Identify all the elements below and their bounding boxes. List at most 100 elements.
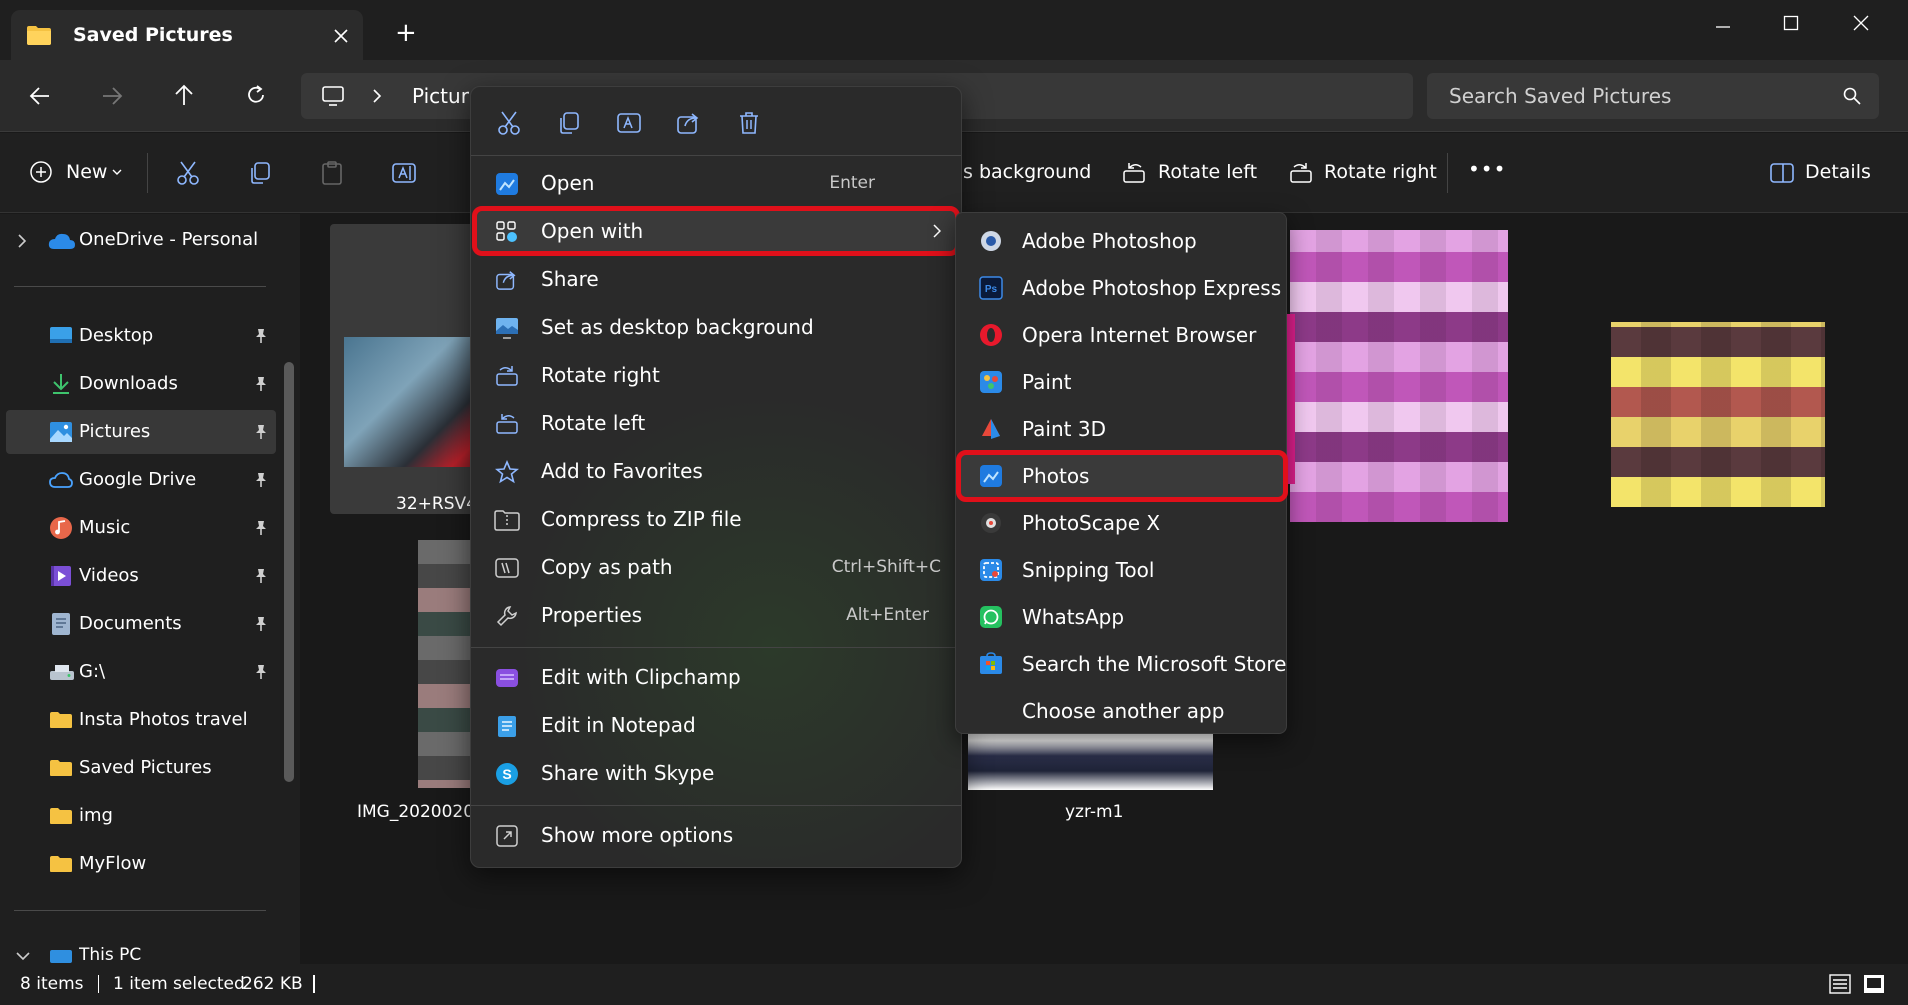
app-label: Adobe Photoshop (1022, 229, 1197, 253)
menu-item-label: Rotate left (541, 411, 646, 435)
menu-item-rotate-left[interactable]: Rotate left (477, 401, 955, 445)
refresh-icon[interactable] (242, 81, 270, 109)
rename-icon[interactable] (613, 107, 645, 139)
delete-icon[interactable] (733, 107, 765, 139)
pin-icon[interactable] (252, 519, 270, 537)
app-opera[interactable]: Opera Internet Browser (961, 313, 1283, 357)
back-icon[interactable] (26, 82, 54, 110)
download-icon (48, 372, 74, 396)
menu-item-open[interactable]: Open Enter (477, 161, 955, 205)
details-button[interactable]: Details (1805, 161, 1871, 183)
menu-item-shortcut: Alt+Enter (846, 605, 929, 625)
sidebar-item-desktop[interactable]: Desktop (6, 314, 276, 358)
close-window-icon[interactable] (1846, 8, 1876, 38)
sidebar-item-myflow[interactable]: MyFlow (6, 842, 276, 886)
tab-saved-pictures[interactable]: Saved Pictures (11, 10, 363, 62)
sidebar-item-google-drive[interactable]: Google Drive (6, 458, 276, 502)
rotate-left-icon (493, 410, 521, 438)
forward-icon[interactable] (98, 82, 126, 110)
sidebar-item-music[interactable]: Music (6, 506, 276, 550)
maximize-icon[interactable] (1776, 8, 1806, 38)
sidebar-item-label: Documents (79, 613, 182, 634)
app-snipping-tool[interactable]: Snipping Tool (961, 548, 1283, 592)
menu-item-compress-zip[interactable]: Compress to ZIP file (477, 497, 955, 541)
sidebar-item-label: Google Drive (79, 469, 197, 490)
sidebar-item-documents[interactable]: Documents (6, 602, 276, 646)
up-icon[interactable] (170, 81, 198, 109)
new-tab-button[interactable]: + (395, 18, 417, 48)
large-icons-view-icon[interactable] (1862, 972, 1886, 996)
sidebar-this-pc[interactable]: This PC (79, 945, 141, 964)
app-whatsapp[interactable]: WhatsApp (961, 595, 1283, 639)
copy-icon[interactable] (553, 107, 585, 139)
drive-icon (48, 662, 76, 682)
copy-icon[interactable] (246, 159, 274, 187)
folder-icon (48, 854, 74, 874)
menu-item-edit-clipchamp[interactable]: Edit with Clipchamp (477, 655, 955, 699)
more-options-button[interactable]: ••• (1468, 157, 1506, 181)
menu-item-label: Properties (541, 603, 643, 627)
cut-icon[interactable] (174, 159, 202, 187)
menu-item-open-with[interactable]: Open with (472, 206, 960, 256)
file-caption: yzr-m1 (1065, 802, 1124, 822)
app-microsoft-store[interactable]: Search the Microsoft Store (961, 642, 1286, 686)
videos-icon (48, 564, 74, 588)
menu-item-edit-notepad[interactable]: Edit in Notepad (477, 703, 955, 747)
pin-icon[interactable] (252, 615, 270, 633)
chevron-right-icon[interactable] (14, 232, 30, 250)
menu-item-set-background[interactable]: Set as desktop background (477, 305, 955, 349)
chevron-down-icon[interactable] (14, 949, 32, 963)
search-box[interactable]: Search Saved Pictures (1427, 73, 1879, 119)
pin-icon[interactable] (252, 423, 270, 441)
rotate-right-button[interactable]: Rotate right (1324, 161, 1437, 183)
menu-item-copy-as-path[interactable]: Copy as path Ctrl+Shift+C (477, 545, 955, 589)
sidebar-item-insta-photos-travel[interactable]: Insta Photos travel (6, 698, 276, 742)
image-thumbnail[interactable] (418, 540, 478, 788)
cut-icon[interactable] (493, 107, 525, 139)
menu-item-share-skype[interactable]: S Share with Skype (477, 751, 955, 795)
details-view-icon[interactable] (1828, 972, 1852, 996)
menu-item-show-more-options[interactable]: Show more options (477, 813, 955, 857)
sidebar-onedrive[interactable]: OneDrive - Personal (79, 229, 258, 250)
menu-item-add-to-favorites[interactable]: Add to Favorites (477, 449, 955, 493)
image-thumbnail[interactable] (1290, 230, 1508, 522)
rename-icon[interactable] (390, 159, 418, 187)
breadcrumb-pictures[interactable]: Pictur (412, 84, 469, 108)
pin-icon[interactable] (252, 471, 270, 489)
app-photoscape-x[interactable]: PhotoScape X (961, 501, 1283, 545)
new-button[interactable]: New (66, 161, 107, 183)
sidebar-item-saved-pictures[interactable]: Saved Pictures (6, 746, 276, 790)
pin-icon[interactable] (252, 375, 270, 393)
app-photos[interactable]: Photos (956, 450, 1288, 502)
share-icon[interactable] (673, 107, 705, 139)
rotate-left-button[interactable]: Rotate left (1158, 161, 1257, 183)
set-background-button[interactable]: s background (963, 161, 1091, 183)
pin-icon[interactable] (252, 327, 270, 345)
open-with-submenu: Adobe Photoshop Ps Adobe Photoshop Expre… (955, 212, 1288, 734)
close-tab-icon[interactable] (329, 24, 353, 48)
app-adobe-photoshop[interactable]: Adobe Photoshop (961, 219, 1283, 263)
sidebar-item-downloads[interactable]: Downloads (6, 362, 276, 406)
sidebar-item-img[interactable]: img (6, 794, 276, 838)
menu-item-rotate-right[interactable]: Rotate right (477, 353, 955, 397)
pin-icon[interactable] (252, 663, 270, 681)
pin-icon[interactable] (252, 567, 270, 585)
sidebar-item-pictures[interactable]: Pictures (6, 410, 276, 454)
menu-item-properties[interactable]: Properties Alt+Enter (477, 593, 955, 637)
search-icon[interactable] (1841, 85, 1863, 107)
clipchamp-icon (493, 664, 521, 692)
app-paint[interactable]: Paint (961, 360, 1283, 404)
app-adobe-photoshop-express[interactable]: Ps Adobe Photoshop Express (961, 266, 1283, 310)
image-thumbnail[interactable] (1611, 322, 1825, 507)
minimize-icon[interactable] (1708, 12, 1738, 42)
divider (1447, 153, 1448, 193)
app-paint-3d[interactable]: Paint 3D (961, 407, 1283, 451)
menu-item-label: Share (541, 267, 599, 291)
sidebar-item-g-drive[interactable]: G:\ (6, 650, 276, 694)
sidebar-item-videos[interactable]: Videos (6, 554, 276, 598)
music-icon (48, 516, 74, 540)
paste-icon[interactable] (318, 159, 346, 187)
choose-another-app[interactable]: Choose another app (961, 689, 1283, 733)
sidebar-scrollbar[interactable] (284, 362, 294, 782)
menu-item-share[interactable]: Share (477, 257, 955, 301)
